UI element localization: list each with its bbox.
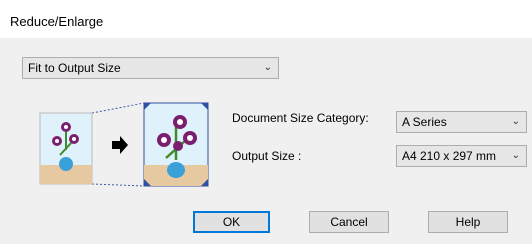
document-size-category-value: A Series xyxy=(402,115,447,129)
cancel-button[interactable]: Cancel xyxy=(309,211,389,233)
chevron-down-icon: ⌄ xyxy=(511,116,520,127)
output-size-value: A4 210 x 297 mm xyxy=(402,149,497,163)
chevron-down-icon: ⌄ xyxy=(263,62,272,73)
output-size-label: Output Size : xyxy=(232,149,302,163)
output-size-select[interactable]: A4 210 x 297 mm ⌄ xyxy=(396,145,527,167)
document-size-category-select[interactable]: A Series ⌄ xyxy=(396,111,527,133)
enlarged-document-icon xyxy=(143,102,209,187)
document-size-category-label: Document Size Category: xyxy=(232,111,369,125)
ok-button[interactable]: OK xyxy=(193,211,270,233)
original-document-icon xyxy=(39,112,93,185)
reduce-enlarge-illustration xyxy=(39,102,209,187)
help-button[interactable]: Help xyxy=(428,211,508,233)
chevron-down-icon: ⌄ xyxy=(511,150,520,161)
arrow-right-icon xyxy=(112,136,128,154)
